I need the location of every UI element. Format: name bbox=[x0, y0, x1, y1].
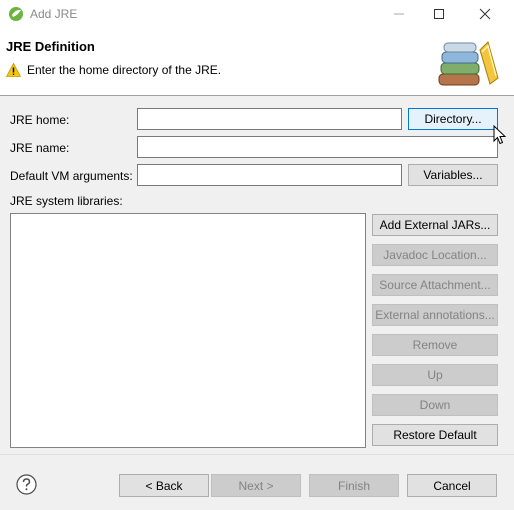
warning-icon bbox=[6, 63, 21, 77]
mouse-pointer-icon bbox=[493, 125, 507, 145]
vm-arguments-label: Default VM arguments: bbox=[10, 169, 133, 183]
external-annotations-button[interactable]: External annotations... bbox=[372, 304, 498, 326]
up-button[interactable]: Up bbox=[372, 364, 498, 386]
close-icon bbox=[479, 8, 491, 20]
banner-title: JRE Definition bbox=[6, 39, 95, 54]
maximize-icon bbox=[434, 9, 444, 19]
finish-button[interactable]: Finish bbox=[309, 474, 399, 497]
jre-home-input[interactable] bbox=[137, 108, 402, 130]
minimize-icon bbox=[394, 13, 404, 15]
system-libraries-label: JRE system libraries: bbox=[10, 194, 123, 208]
close-button[interactable] bbox=[462, 0, 508, 28]
banner-message: Enter the home directory of the JRE. bbox=[27, 63, 222, 77]
down-button[interactable]: Down bbox=[372, 394, 498, 416]
dialog-footer: < Back Next > Finish Cancel bbox=[0, 455, 514, 510]
next-button[interactable]: Next > bbox=[211, 474, 301, 497]
window-title: Add JRE bbox=[30, 7, 78, 21]
vm-arguments-input[interactable] bbox=[137, 164, 402, 186]
title-bar: Add JRE bbox=[0, 0, 514, 28]
system-libraries-list[interactable] bbox=[10, 213, 366, 448]
eclipse-spring-icon bbox=[9, 7, 23, 21]
help-icon[interactable] bbox=[16, 474, 37, 495]
remove-button[interactable]: Remove bbox=[372, 334, 498, 356]
variables-button[interactable]: Variables... bbox=[408, 164, 498, 186]
javadoc-location-button[interactable]: Javadoc Location... bbox=[372, 244, 498, 266]
dialog-banner: JRE Definition Enter the home directory … bbox=[0, 28, 514, 96]
add-external-jars-button[interactable]: Add External JARs... bbox=[372, 214, 498, 236]
jre-home-label: JRE home: bbox=[10, 113, 70, 127]
jre-name-input[interactable] bbox=[137, 136, 498, 158]
directory-button[interactable]: Directory... bbox=[408, 108, 498, 130]
books-icon bbox=[438, 41, 499, 86]
dialog-content: JRE home: Directory... JRE name: Default… bbox=[0, 96, 514, 454]
restore-default-button[interactable]: Restore Default bbox=[372, 424, 498, 446]
source-attachment-button[interactable]: Source Attachment... bbox=[372, 274, 498, 296]
back-button[interactable]: < Back bbox=[119, 474, 209, 497]
cancel-button[interactable]: Cancel bbox=[407, 474, 497, 497]
jre-name-label: JRE name: bbox=[10, 141, 70, 155]
maximize-button[interactable] bbox=[416, 0, 462, 28]
